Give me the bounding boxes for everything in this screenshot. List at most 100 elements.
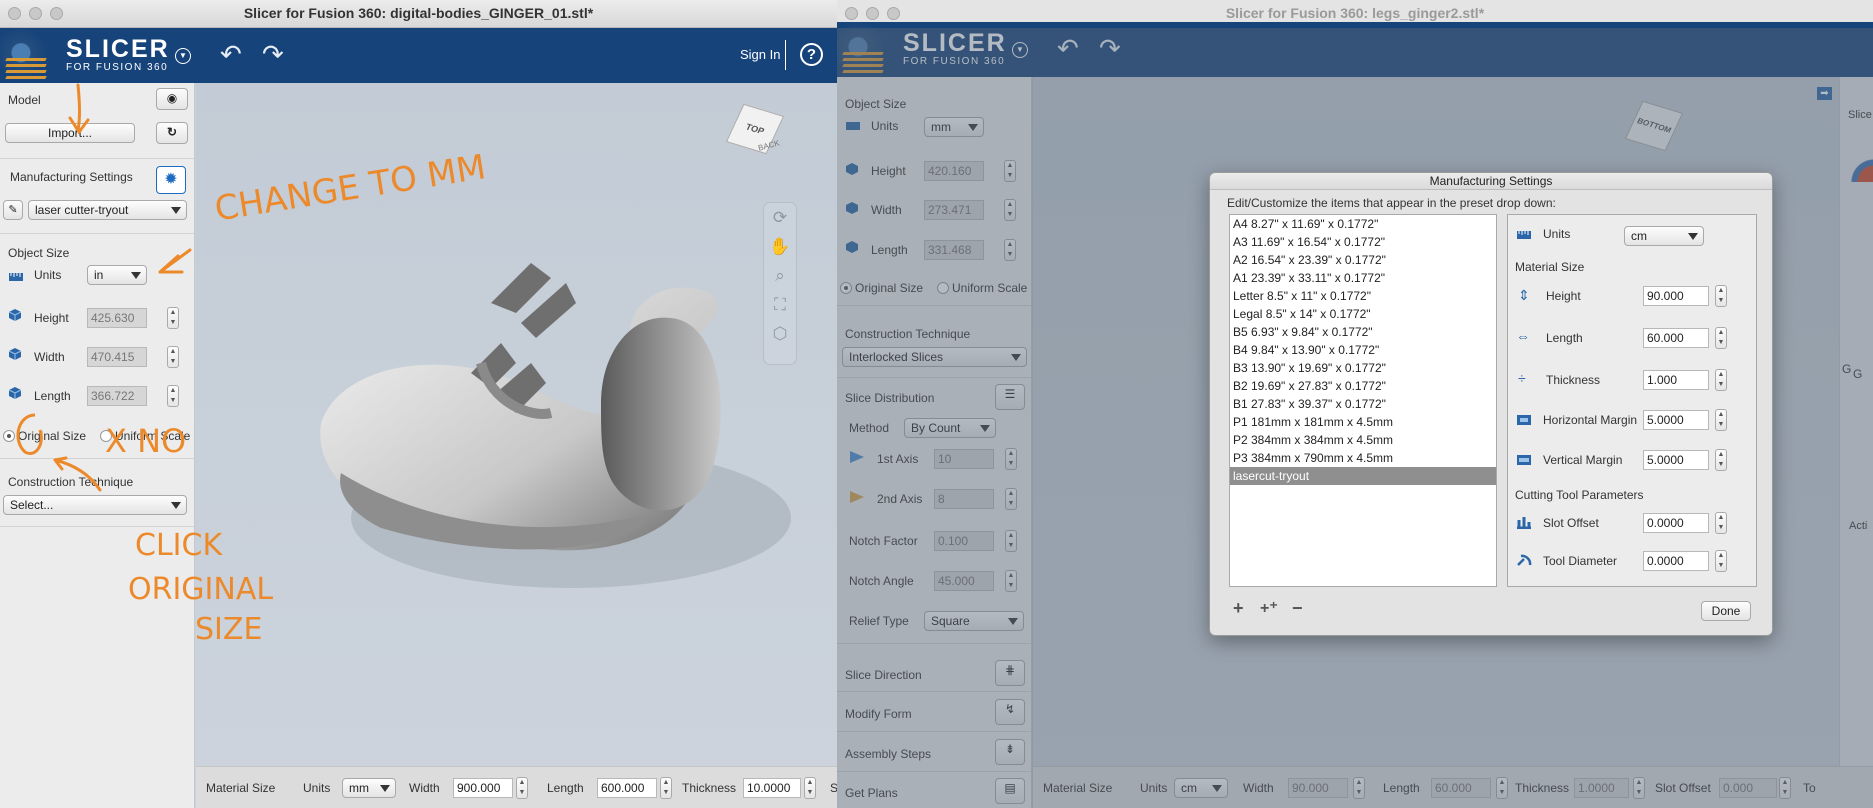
object-size-label: Object Size — [8, 246, 70, 260]
construction-technique-label: Construction Technique — [8, 475, 134, 489]
dialog-height-stepper[interactable]: ▲ ▼ — [1715, 285, 1727, 307]
original-size-label[interactable]: Original Size — [18, 429, 86, 443]
right-window: Slicer for Fusion 360: legs_ginger2.stl*… — [837, 0, 1873, 808]
height-field[interactable]: 425.630 — [87, 308, 147, 328]
dialog-height-field[interactable]: 90.000 — [1643, 286, 1709, 306]
original-size-radio[interactable] — [3, 430, 15, 442]
toolbar-divider — [785, 40, 786, 70]
dialog-vmargin-label: Vertical Margin — [1543, 453, 1623, 467]
preset-list-item[interactable]: lasercut-tryout — [1230, 467, 1496, 485]
length-arrow-icon: ⇔ — [1516, 328, 1530, 344]
preset-list-item[interactable]: A1 23.39" x 33.11" x 0.1772" — [1230, 269, 1496, 287]
preset-list-item[interactable]: Legal 8.5" x 14" x 0.1772" — [1230, 305, 1496, 323]
settings-gear-icon[interactable]: ✹ — [156, 166, 186, 194]
add-preset-button[interactable]: + — [1233, 598, 1244, 619]
units-ruler-icon — [1517, 231, 1531, 239]
horizontal-margin-icon — [1517, 415, 1531, 425]
bottom-thickness-field[interactable]: 10.0000 — [743, 778, 801, 798]
preset-list-item[interactable]: P3 384mm x 790mm x 4.5mm — [1230, 449, 1496, 467]
orbit-icon[interactable]: ⟳ — [764, 203, 796, 232]
preset-list-item[interactable]: B4 9.84" x 13.90" x 0.1772" — [1230, 341, 1496, 359]
undo-icon[interactable]: ↶ — [220, 41, 242, 67]
right-window-title: Slicer for Fusion 360: legs_ginger2.stl* — [1225, 5, 1485, 21]
edit-pencil-icon[interactable]: ✎ — [3, 200, 23, 220]
annotation-x-no: X NO — [105, 422, 187, 460]
import-button[interactable]: Import... — [5, 123, 135, 143]
preset-list-item[interactable]: Letter 8.5" x 11" x 0.1772" — [1230, 287, 1496, 305]
app-toolbar: SLICER FOR FUSION 360 ▼ ↶ ↷ Sign In ? — [0, 28, 837, 83]
zoom-window-icon[interactable] — [50, 7, 63, 20]
dialog-title: Manufacturing Settings — [1210, 173, 1772, 190]
length-field[interactable]: 366.722 — [87, 386, 147, 406]
bottom-width-stepper[interactable]: ▲ ▼ — [516, 777, 528, 799]
right-window-controls — [845, 7, 900, 20]
dialog-tool-diameter-field[interactable]: 0.0000 — [1643, 551, 1709, 571]
dialog-length-stepper[interactable]: ▲ ▼ — [1715, 327, 1727, 349]
construction-technique-select[interactable]: Select... — [3, 495, 187, 515]
dialog-length-field[interactable]: 60.000 — [1643, 328, 1709, 348]
bottom-length-stepper[interactable]: ▲ ▼ — [660, 777, 672, 799]
bottom-thickness-stepper[interactable]: ▲ ▼ — [804, 777, 816, 799]
help-icon[interactable]: ? — [800, 43, 823, 66]
material-size-heading: Material Size — [1515, 260, 1585, 274]
preset-list-item[interactable]: B2 19.69" x 27.83" x 0.1772" — [1230, 377, 1496, 395]
brand: SLICER FOR FUSION 360 — [66, 35, 170, 74]
refresh-icon[interactable]: ↻ — [156, 122, 188, 144]
width-label: Width — [34, 350, 65, 364]
close-window-icon[interactable] — [845, 7, 858, 20]
preset-list-item[interactable]: P2 384mm x 384mm x 4.5mm — [1230, 431, 1496, 449]
minimize-window-icon[interactable] — [29, 7, 42, 20]
visibility-eye-icon[interactable]: ◉ — [156, 88, 188, 110]
minimize-window-icon[interactable] — [866, 7, 879, 20]
preset-list[interactable]: A4 8.27" x 11.69" x 0.1772" A3 11.69" x 1… — [1229, 214, 1497, 587]
dialog-slot-offset-field[interactable]: 0.0000 — [1643, 513, 1709, 533]
done-button[interactable]: Done — [1701, 601, 1751, 621]
dialog-thickness-field[interactable]: 1.000 — [1643, 370, 1709, 390]
manufacturing-preset-select[interactable]: laser cutter-tryout — [28, 200, 187, 220]
bottom-width-label: Width — [409, 781, 440, 795]
dialog-units-select[interactable]: cm — [1624, 226, 1704, 246]
units-select[interactable]: in — [87, 265, 147, 285]
dialog-tool-diameter-label: Tool Diameter — [1543, 554, 1618, 568]
manufacturing-settings-dialog: Manufacturing Settings Edit/Customize th… — [1209, 172, 1773, 636]
dialog-tool-diameter-stepper[interactable]: ▲ ▼ — [1715, 550, 1727, 572]
duplicate-preset-button[interactable]: +⁺ — [1260, 598, 1278, 618]
width-stepper[interactable]: ▲ ▼ — [167, 346, 179, 368]
manufacturing-settings-label: Manufacturing Settings — [10, 170, 133, 184]
height-arrow-icon: ⇕ — [1518, 287, 1530, 303]
preset-list-item[interactable]: P1 181mm x 181mm x 4.5mm — [1230, 413, 1496, 431]
dialog-slot-offset-stepper[interactable]: ▲ ▼ — [1715, 512, 1727, 534]
bottom-width-field[interactable]: 900.000 — [453, 778, 513, 798]
zoom-window-icon[interactable] — [887, 7, 900, 20]
app-menu-chevron-icon[interactable]: ▼ — [175, 48, 191, 64]
dialog-hmargin-stepper[interactable]: ▲ ▼ — [1715, 409, 1727, 431]
dialog-vmargin-stepper[interactable]: ▲ ▼ — [1715, 449, 1727, 471]
width-cube-icon — [8, 348, 22, 360]
preset-list-item[interactable]: A3 11.69" x 16.54" x 0.1772" — [1230, 233, 1496, 251]
ginger-3d-model — [320, 263, 791, 588]
preset-list-item[interactable]: B3 13.90" x 19.69" x 0.1772" — [1230, 359, 1496, 377]
preset-list-item[interactable]: B1 27.83" x 39.37" x 0.1772" — [1230, 395, 1496, 413]
length-stepper[interactable]: ▲ ▼ — [167, 385, 179, 407]
dialog-units-label: Units — [1543, 227, 1571, 241]
preset-list-item[interactable]: B5 6.93" x 9.84" x 0.1772" — [1230, 323, 1496, 341]
sign-in-link[interactable]: Sign In — [740, 47, 780, 62]
dialog-hmargin-label: Horizontal Margin — [1543, 413, 1638, 427]
dialog-hmargin-field[interactable]: 5.0000 — [1643, 410, 1709, 430]
bottom-length-field[interactable]: 600.000 — [597, 778, 657, 798]
width-field[interactable]: 470.415 — [87, 347, 147, 367]
height-label: Height — [34, 311, 69, 325]
bottom-thickness-label: Thickness — [682, 781, 737, 795]
height-stepper[interactable]: ▲ ▼ — [167, 307, 179, 329]
remove-preset-button[interactable]: − — [1292, 598, 1303, 619]
preset-list-item[interactable]: A4 8.27" x 11.69" x 0.1772" — [1230, 215, 1496, 233]
redo-icon[interactable]: ↷ — [262, 41, 284, 67]
slicer-logo-icon — [0, 28, 60, 83]
close-window-icon[interactable] — [8, 7, 21, 20]
height-cube-icon — [8, 309, 22, 321]
dialog-vmargin-field[interactable]: 5.0000 — [1643, 450, 1709, 470]
dialog-thickness-stepper[interactable]: ▲ ▼ — [1715, 369, 1727, 391]
tool-diameter-icon — [1517, 554, 1532, 566]
preset-list-item[interactable]: A2 16.54" x 23.39" x 0.1772" — [1230, 251, 1496, 269]
bottom-units-select[interactable]: mm — [342, 778, 396, 798]
